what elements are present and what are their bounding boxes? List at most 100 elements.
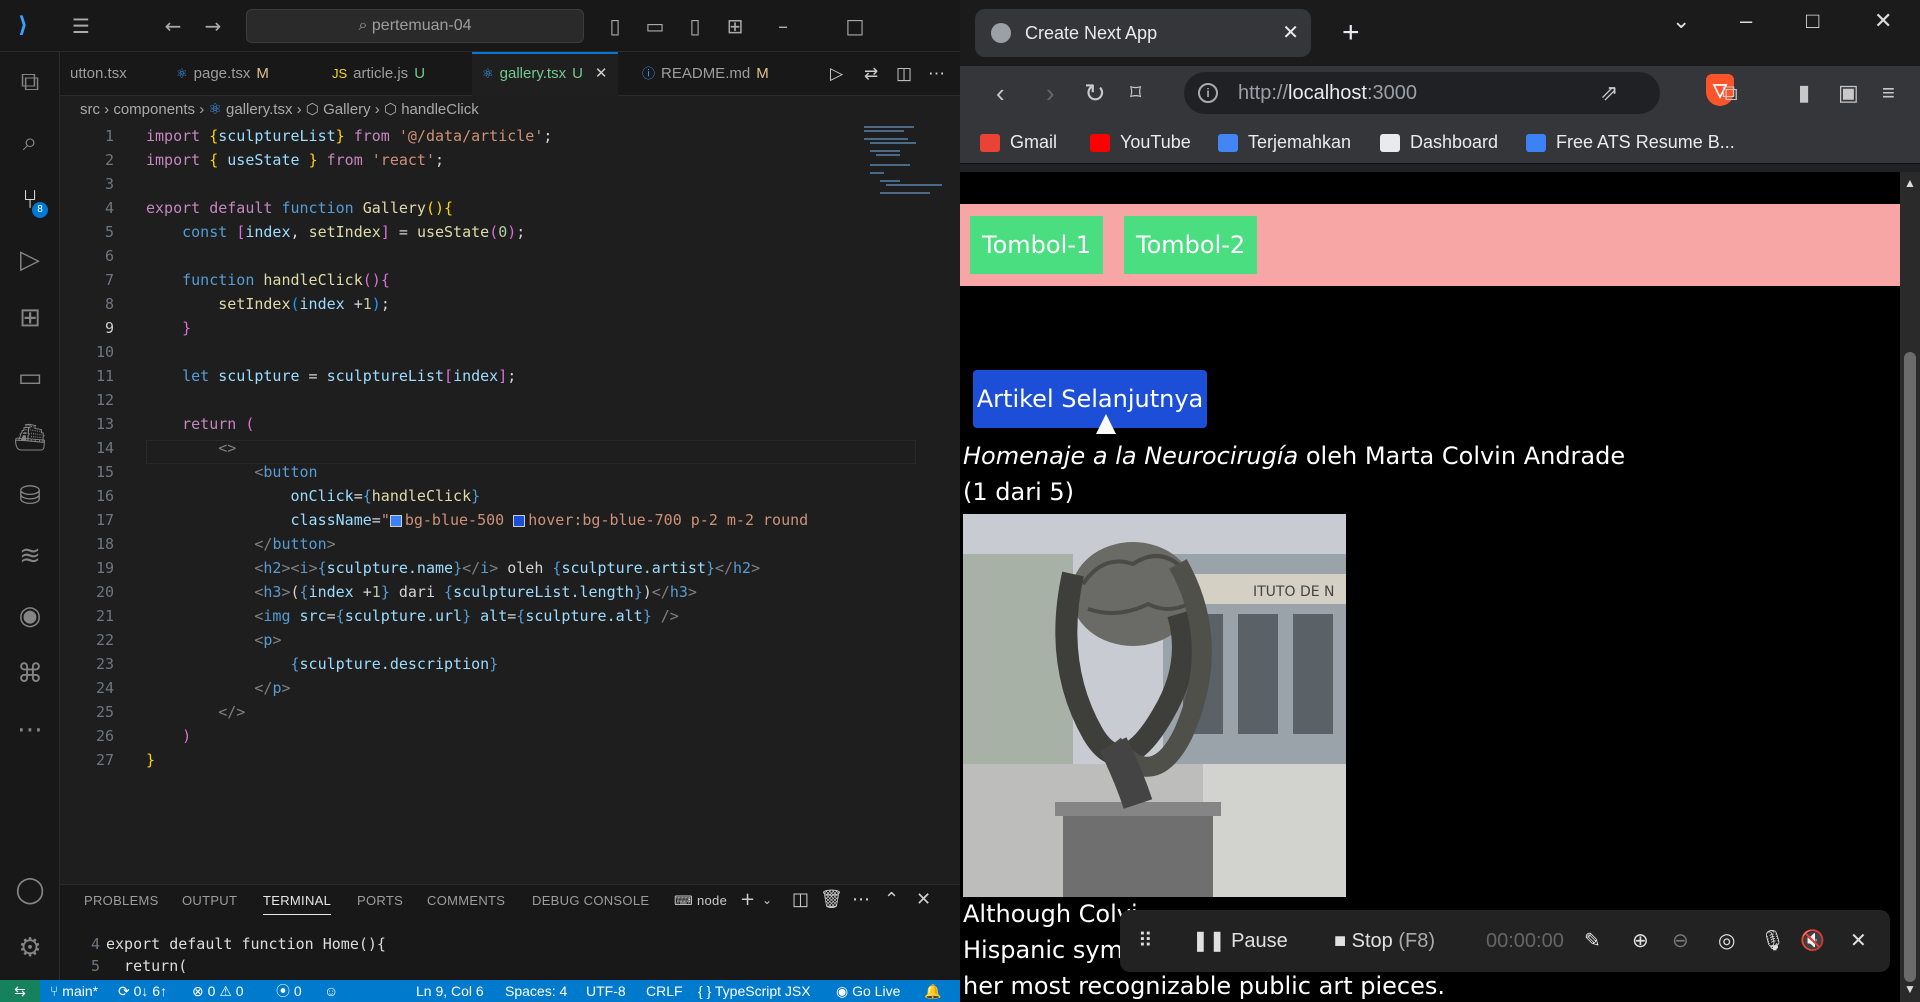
explorer-icon[interactable]: ⧉	[0, 58, 60, 106]
branch-indicator[interactable]: ⑂ main*	[50, 980, 98, 1002]
minimap[interactable]	[860, 124, 946, 204]
share-icon[interactable]: ⇗	[1600, 80, 1618, 106]
breadcrumb-item[interactable]: handleClick	[401, 101, 479, 118]
new-tab-plus-icon[interactable]: +	[1342, 14, 1360, 52]
more-actions-icon[interactable]: ⋯	[852, 889, 870, 910]
forward-icon[interactable]: ›	[1046, 76, 1055, 110]
ports-indicator[interactable]: ⦿ 0	[276, 980, 302, 1002]
notifications-bell-icon[interactable]: 🔔	[924, 980, 941, 1002]
tab-readme[interactable]: ⓘ README.md M	[632, 52, 779, 96]
minimize-icon[interactable]: –	[770, 13, 796, 39]
cursor-position[interactable]: Ln 9, Col 6	[416, 980, 484, 1002]
maximize-icon[interactable]: □	[842, 13, 868, 39]
tab-page[interactable]: ⚛ page.tsx M	[166, 52, 279, 96]
layers-icon[interactable]: ≋	[0, 532, 60, 580]
tab-debug-console[interactable]: DEBUG CONSOLE	[532, 893, 649, 908]
close-window-icon[interactable]: ✕	[1874, 8, 1892, 34]
editor-scrollbar[interactable]	[944, 124, 958, 884]
github-icon[interactable]: ◉	[0, 592, 60, 640]
command-center-search[interactable]: ⌕ pertemuan-04	[246, 9, 584, 43]
toggle-secondary-sidebar-icon[interactable]: ▯	[682, 13, 708, 39]
code-editor[interactable]: 1 import {sculptureList} from '@/data/art…	[60, 124, 916, 884]
encoding[interactable]: UTF-8	[586, 980, 626, 1002]
minimize-icon[interactable]: –	[1740, 8, 1752, 34]
trash-icon[interactable]: 🗑	[820, 889, 843, 910]
go-live-button[interactable]: ◉ Go Live	[836, 980, 900, 1002]
problems-indicator[interactable]: ⊗ 0 ⚠ 0	[192, 980, 244, 1002]
search-icon[interactable]: ⌕	[0, 118, 60, 166]
tab-problems[interactable]: PROBLEMS	[84, 893, 159, 908]
run-debug-icon[interactable]: ▷	[0, 236, 60, 284]
tab-comments[interactable]: COMMENTS	[427, 893, 505, 908]
tab-terminal[interactable]: TERMINAL	[263, 893, 332, 915]
sidebar-icon[interactable]: ▮	[1798, 76, 1810, 110]
microphone-icon[interactable]: 🎙	[1760, 910, 1785, 972]
browser-tab-active[interactable]: Create Next App ✕	[975, 9, 1311, 57]
run-icon[interactable]: ▷	[820, 52, 853, 96]
zoom-in-icon[interactable]: ⊕	[1632, 910, 1649, 972]
tab-output[interactable]: OUTPUT	[182, 893, 237, 908]
docker-icon[interactable]: ⛴	[0, 414, 60, 462]
back-arrow-icon[interactable]: ←	[160, 13, 186, 39]
tab-search-chevron-icon[interactable]: ⌄	[1672, 8, 1690, 34]
chevron-down-icon[interactable]: ⌄	[762, 893, 772, 907]
toggle-primary-sidebar-icon[interactable]: ▯	[602, 13, 628, 39]
address-bar[interactable]: i http://localhost:3000 ⇗	[1184, 72, 1660, 114]
settings-gear-icon[interactable]: ⚙	[0, 924, 60, 972]
split-editor-icon[interactable]: ◫	[886, 52, 922, 96]
breadcrumb-item[interactable]: components	[113, 101, 195, 118]
tab-article[interactable]: JS article.js U	[322, 52, 435, 96]
customize-layout-icon[interactable]: ⊞	[722, 13, 748, 39]
account-icon[interactable]: ◯	[0, 866, 60, 914]
extensions-puzzle-icon[interactable]: ⧉	[1722, 76, 1738, 110]
remote-icon[interactable]: ⇆	[0, 980, 40, 1002]
tab-gallery[interactable]: ⚛ gallery.tsx U ✕	[472, 52, 618, 96]
pen-icon[interactable]: ✎	[1584, 910, 1601, 972]
menu-icon[interactable]: ☰	[68, 13, 94, 39]
breadcrumb-item[interactable]: gallery.tsx	[226, 101, 292, 118]
bookmark-youtube[interactable]: YouTube	[1090, 120, 1191, 164]
pause-button[interactable]: ❚❚ Pause	[1192, 910, 1288, 972]
close-recorder-icon[interactable]: ✕	[1850, 910, 1867, 972]
close-panel-icon[interactable]: ✕	[916, 889, 931, 910]
extensions-icon[interactable]: ⊞	[0, 294, 60, 342]
close-tab-icon[interactable]: ✕	[1282, 9, 1299, 57]
tombol-2-button[interactable]: Tombol-2	[1124, 216, 1258, 274]
sync-indicator[interactable]: ⟳ 0↓ 6↑	[118, 980, 167, 1002]
zoom-out-icon[interactable]: ⊖	[1672, 910, 1689, 972]
more-actions-icon[interactable]: ⋯	[918, 52, 955, 96]
scroll-up-icon[interactable]: ▲	[1904, 176, 1916, 190]
remote-explorer-icon[interactable]: ▭	[0, 354, 60, 402]
tab-button[interactable]: utton.tsx	[60, 52, 137, 96]
menu-icon[interactable]: ≡	[1882, 76, 1895, 110]
split-terminal-icon[interactable]: ◫	[792, 889, 809, 910]
scrollbar-thumb[interactable]	[1904, 352, 1916, 982]
close-tab-icon[interactable]: ✕	[595, 65, 608, 82]
indentation[interactable]: Spaces: 4	[505, 980, 567, 1002]
language-mode[interactable]: { } TypeScript JSX	[698, 980, 811, 1002]
maximize-icon[interactable]: □	[1806, 8, 1819, 34]
more-icon[interactable]: ⋯	[0, 706, 60, 754]
maximize-panel-icon[interactable]: ⌃	[884, 889, 899, 910]
stop-button[interactable]: ■ Stop (F8)	[1334, 910, 1435, 972]
terminal-shell-selector[interactable]: ⌨ node	[674, 893, 727, 909]
bookmark-dashboard[interactable]: Dashboard	[1380, 120, 1498, 164]
url-text[interactable]: http://localhost:3000	[1238, 72, 1417, 114]
bookmark-gmail[interactable]: Gmail	[980, 120, 1057, 164]
forward-arrow-icon[interactable]: →	[200, 13, 226, 39]
toggle-panel-icon[interactable]: ▭	[642, 13, 668, 39]
new-terminal-icon[interactable]: +	[740, 889, 755, 910]
bookmark-terjemahkan[interactable]: Terjemahkan	[1218, 120, 1351, 164]
page-scrollbar[interactable]: ▲ ▼	[1900, 172, 1920, 1002]
breadcrumb-item[interactable]: src	[80, 101, 100, 118]
open-changes-icon[interactable]: ⇄	[854, 52, 888, 96]
tombol-1-button[interactable]: Tombol-1	[970, 216, 1104, 274]
reload-icon[interactable]: ↻	[1084, 76, 1106, 110]
feedback-icon[interactable]: ☺	[324, 980, 338, 1002]
tab-ports[interactable]: PORTS	[357, 893, 403, 908]
site-info-icon[interactable]: i	[1198, 83, 1218, 103]
python-icon[interactable]: ⌘	[0, 650, 60, 698]
line-endings[interactable]: CRLF	[646, 980, 683, 1002]
webcam-icon[interactable]: ◎	[1718, 910, 1735, 972]
breadcrumb-item[interactable]: Gallery	[323, 101, 371, 118]
